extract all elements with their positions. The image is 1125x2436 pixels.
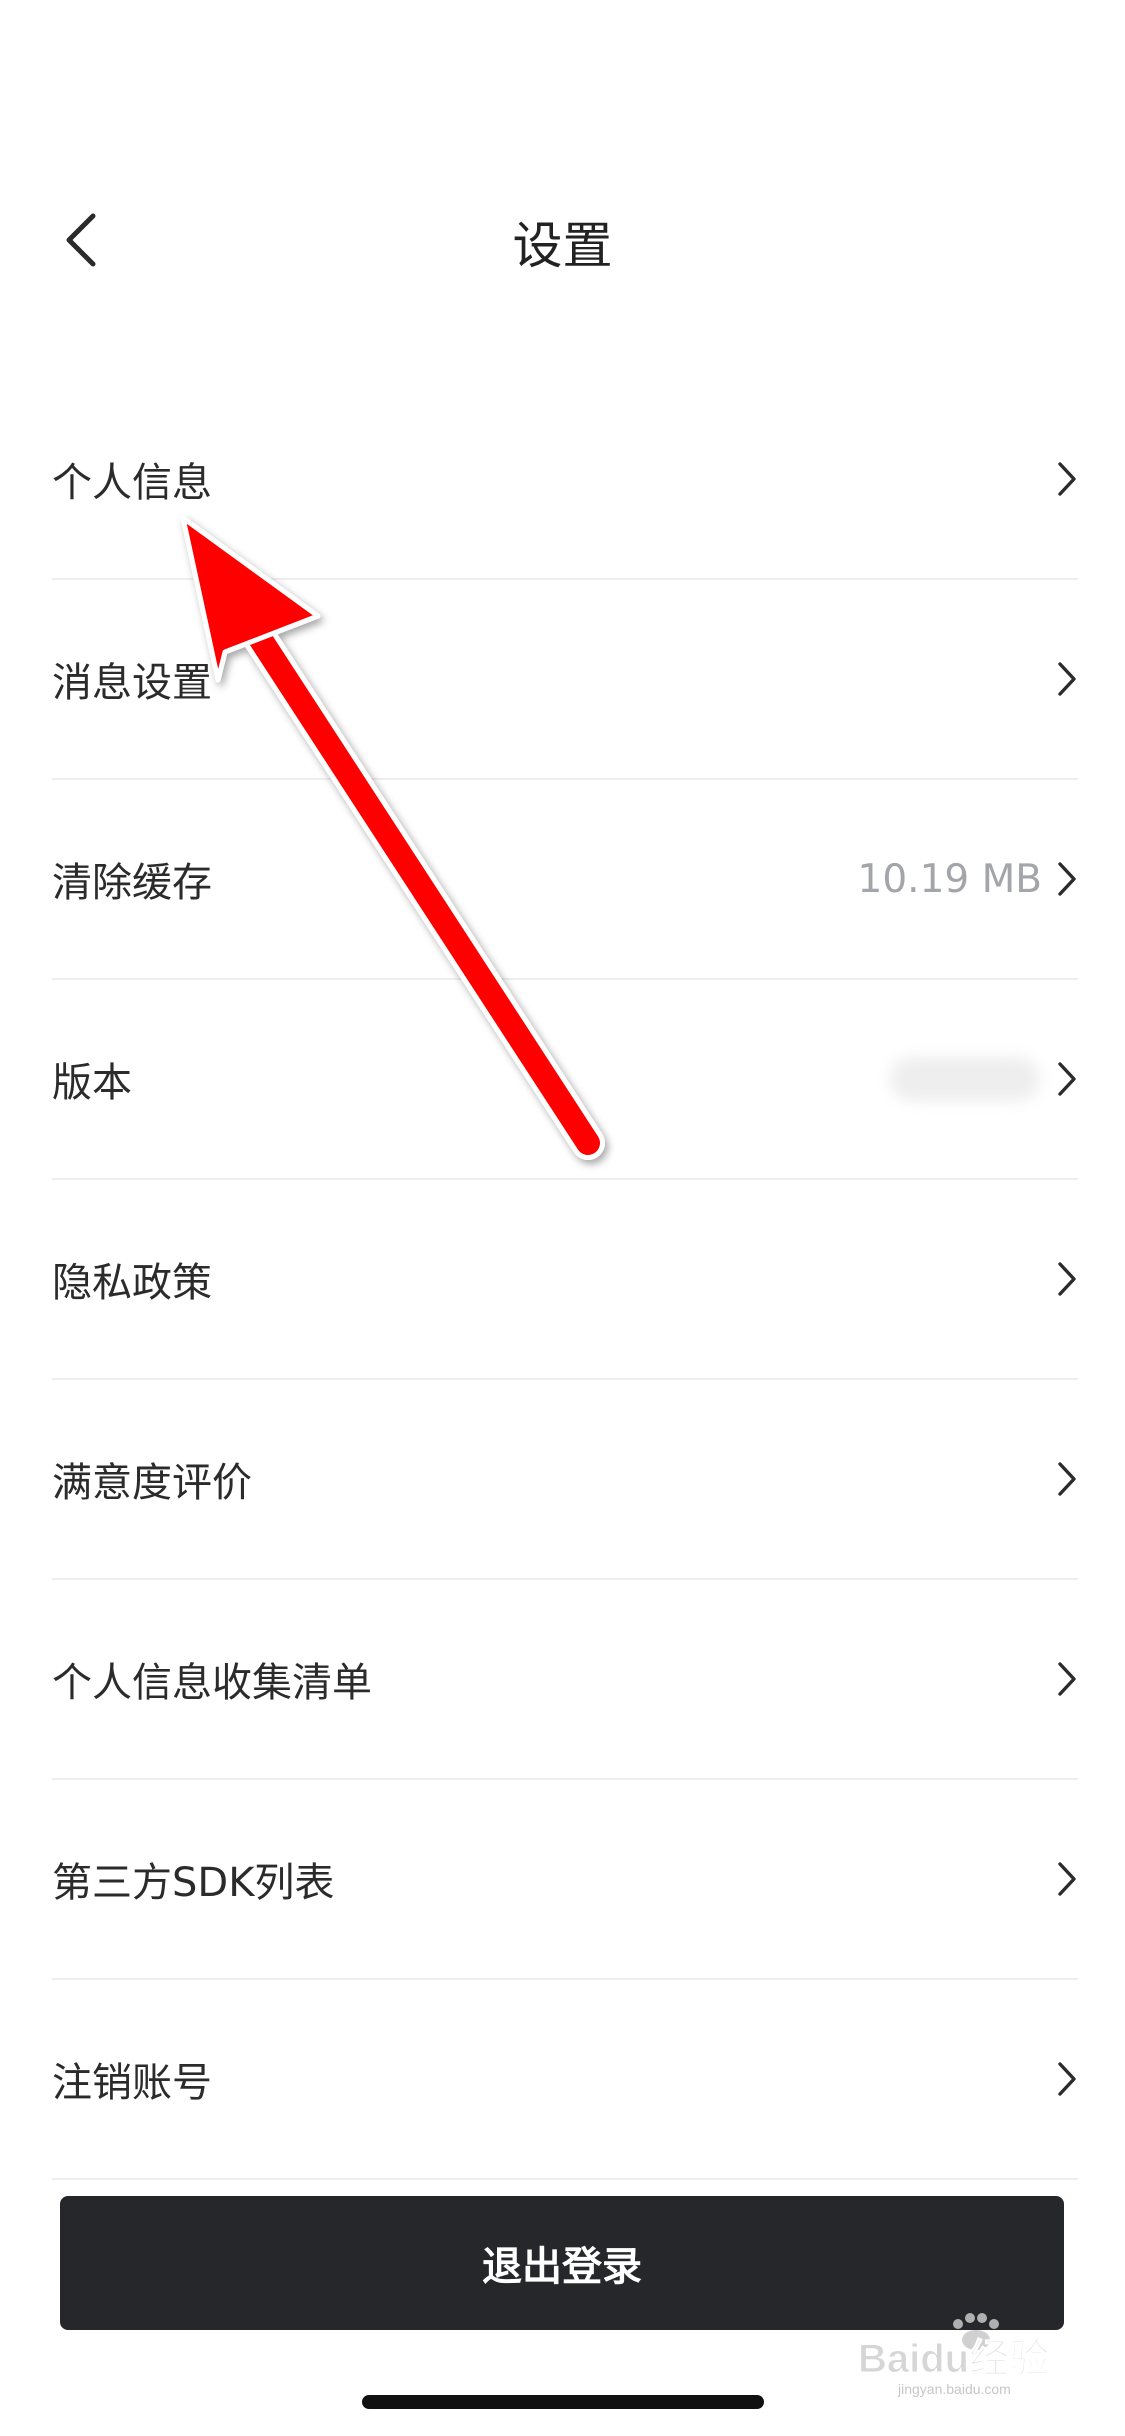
row-right — [1056, 1580, 1078, 1778]
row-right — [1056, 1380, 1078, 1578]
row-right — [1056, 1780, 1078, 1978]
settings-item-satisfaction-rating[interactable]: 满意度评价 — [52, 1380, 1078, 1580]
settings-item-label: 个人信息 — [52, 460, 212, 506]
settings-item-label: 注销账号 — [52, 2060, 212, 2106]
settings-list: 个人信息 消息设置 清除缓存 10.19 MB 版本 隐私政策 满意度评价 个人… — [52, 380, 1078, 2180]
logout-button[interactable]: 退出登录 — [60, 2196, 1064, 2330]
chevron-right-icon — [1058, 2062, 1076, 2096]
row-right — [1056, 380, 1078, 578]
settings-item-delete-account[interactable]: 注销账号 — [52, 1980, 1078, 2180]
settings-item-label: 满意度评价 — [52, 1460, 252, 1506]
settings-item-privacy-policy[interactable]: 隐私政策 — [52, 1180, 1078, 1380]
chevron-right-icon — [1058, 462, 1076, 496]
settings-item-message-settings[interactable]: 消息设置 — [52, 580, 1078, 780]
chevron-right-icon — [1058, 662, 1076, 696]
svg-text:jingyan.baidu.com: jingyan.baidu.com — [897, 2381, 1011, 2397]
settings-item-version[interactable]: 版本 — [52, 980, 1078, 1180]
row-right — [1056, 580, 1078, 778]
settings-item-label: 版本 — [52, 1060, 132, 1106]
chevron-right-icon — [1058, 862, 1076, 896]
nav-header: 设置 — [0, 180, 1125, 300]
settings-item-label: 第三方SDK列表 — [52, 1860, 335, 1906]
settings-item-personal-info[interactable]: 个人信息 — [52, 380, 1078, 580]
chevron-right-icon — [1058, 1062, 1076, 1096]
row-right — [1056, 1180, 1078, 1378]
row-right: 10.19 MB — [858, 780, 1078, 978]
settings-item-label: 清除缓存 — [52, 860, 212, 906]
settings-item-label: 消息设置 — [52, 660, 212, 706]
chevron-right-icon — [1058, 1462, 1076, 1496]
page-title: 设置 — [512, 217, 613, 275]
settings-item-third-party-sdk[interactable]: 第三方SDK列表 — [52, 1780, 1078, 1980]
cache-size-value: 10.19 MB — [857, 856, 1042, 902]
chevron-right-icon — [1058, 1262, 1076, 1296]
chevron-right-icon — [1058, 1862, 1076, 1896]
home-indicator — [362, 2395, 764, 2409]
settings-item-label: 个人信息收集清单 — [52, 1660, 372, 1706]
settings-item-personal-info-list[interactable]: 个人信息收集清单 — [52, 1580, 1078, 1780]
svg-text:Baidu经验: Baidu经验 — [858, 2337, 1049, 2381]
settings-item-clear-cache[interactable]: 清除缓存 10.19 MB — [52, 780, 1078, 980]
chevron-right-icon — [1058, 1662, 1076, 1696]
version-value-blurred — [890, 1057, 1040, 1101]
row-right — [890, 980, 1078, 1178]
settings-screen: 设置 个人信息 消息设置 清除缓存 10.19 MB 版本 隐私政策 满意度评价… — [0, 0, 1125, 2436]
row-right — [1056, 1980, 1078, 2178]
settings-item-label: 隐私政策 — [52, 1260, 212, 1306]
